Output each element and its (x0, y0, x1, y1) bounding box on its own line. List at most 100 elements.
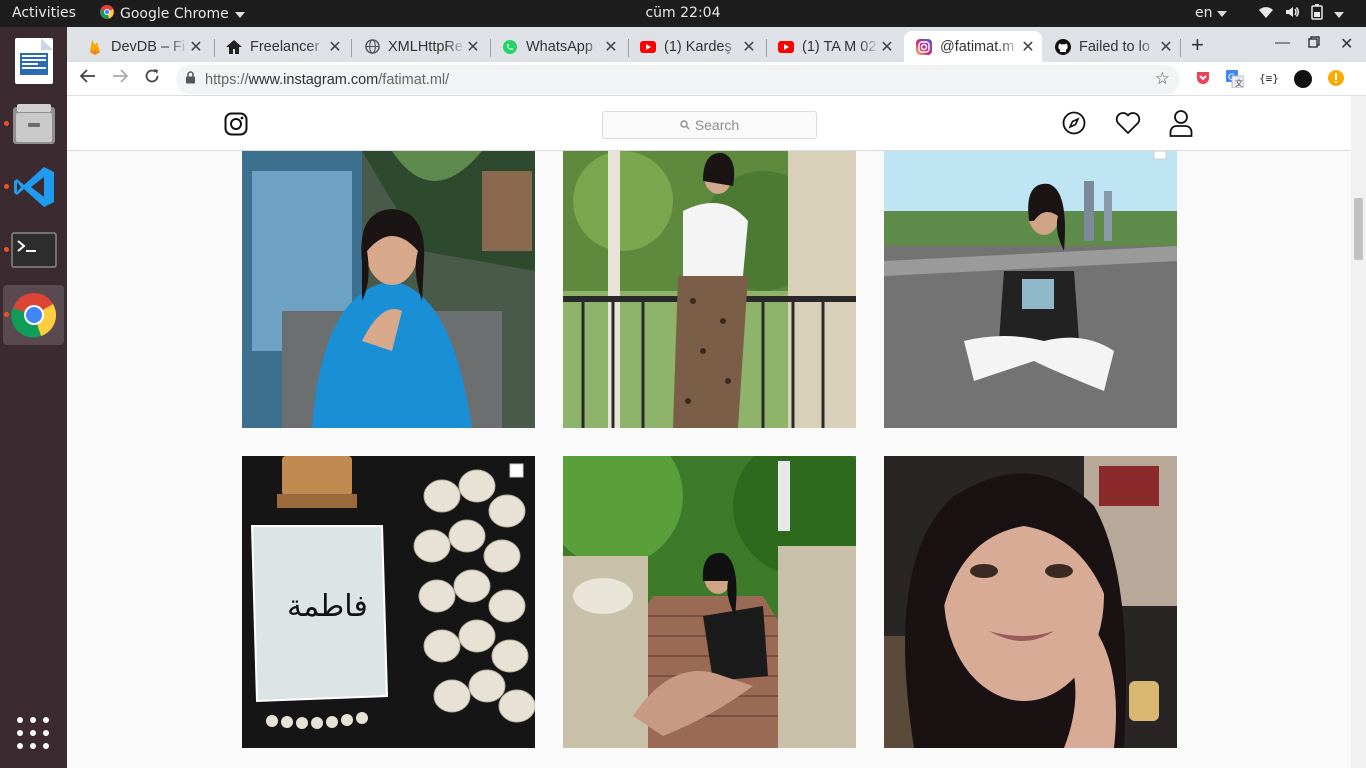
writer-icon (14, 38, 53, 84)
close-icon[interactable]: ✕ (1020, 37, 1036, 57)
photo-tile-3[interactable] (884, 151, 1177, 428)
close-icon[interactable]: ✕ (327, 37, 343, 57)
home-icon (226, 39, 242, 55)
dock-terminal[interactable] (3, 220, 64, 280)
url-host: www.instagram.com (248, 71, 379, 88)
activities-button[interactable]: Activities (12, 5, 76, 21)
tab-title: XMLHttpRe (388, 38, 463, 55)
tab-youtube-tam[interactable]: (1) TA M 02 ✕ (766, 31, 901, 62)
close-icon[interactable]: ✕ (741, 37, 757, 57)
tab-title: Freelancer (250, 38, 320, 55)
page-scrollbar[interactable] (1351, 96, 1366, 768)
github-icon (1055, 38, 1071, 55)
tab-github[interactable]: Failed to lo ✕ (1043, 31, 1180, 62)
show-applications-button[interactable] (17, 717, 49, 749)
chevron-down-icon (1334, 12, 1344, 18)
tab-instagram[interactable]: @fatimat.m ✕ (904, 31, 1042, 62)
youtube-icon (778, 39, 794, 55)
running-indicator (4, 121, 9, 126)
instagram-search-input[interactable]: Search (602, 111, 817, 139)
wifi-icon (1258, 4, 1274, 24)
chrome-window: DevDB – Fi ✕ Freelancer ✕ XMLHttpRe ✕ Wh… (67, 27, 1366, 768)
system-tray[interactable] (1258, 4, 1344, 24)
back-button[interactable] (79, 68, 96, 89)
dock-chrome[interactable] (3, 285, 64, 345)
pocket-extension-icon[interactable] (1195, 70, 1213, 88)
tab-title: Failed to lo (1079, 38, 1150, 55)
close-icon[interactable]: ✕ (879, 37, 895, 57)
tab-xmlhttprequest[interactable]: XMLHttpRe ✕ (352, 31, 487, 62)
browser-toolbar: https://www.instagram.com/fatimat.ml/ ☆ … (67, 62, 1366, 96)
url-scheme: https:// (205, 71, 249, 88)
dock-files[interactable] (3, 94, 64, 154)
search-placeholder: Search (694, 117, 740, 133)
gnome-top-bar: Activities Google Chrome cüm 22:04 en (0, 0, 1366, 27)
tab-title: WhatsApp (526, 38, 593, 55)
running-indicator (4, 247, 9, 252)
photo-tile-5[interactable] (563, 456, 856, 748)
globe-icon (364, 39, 380, 55)
close-icon[interactable]: ✕ (465, 37, 481, 57)
terminal-icon (10, 232, 57, 268)
profile-user-icon[interactable] (1169, 109, 1193, 142)
photo-tile-1[interactable] (242, 151, 535, 428)
photo-tile-4[interactable]: فاطمة (242, 456, 535, 748)
battery-icon (1310, 4, 1324, 24)
activity-heart-icon[interactable] (1115, 111, 1141, 140)
running-indicator (4, 184, 9, 189)
tab-freelancer[interactable]: Freelancer ✕ (214, 31, 349, 62)
minimize-button[interactable]: — (1275, 34, 1290, 51)
dark-mode-extension-icon[interactable] (1294, 70, 1312, 88)
forward-button[interactable] (112, 68, 129, 89)
update-alert-icon[interactable] (1328, 70, 1346, 88)
close-icon[interactable]: ✕ (603, 37, 619, 57)
url-path: /fatimat.ml/ (378, 71, 450, 88)
address-bar[interactable]: https://www.instagram.com/fatimat.ml/ ☆ (176, 65, 1180, 94)
lang-label: en (1195, 5, 1213, 21)
ubuntu-dock (0, 27, 67, 768)
close-icon[interactable]: ✕ (188, 37, 204, 57)
app-menu-label: Google Chrome (120, 6, 229, 22)
clock[interactable]: cüm 22:04 (645, 5, 720, 21)
chrome-small-icon (100, 5, 114, 23)
translate-extension-icon[interactable]: G文 (1226, 70, 1245, 89)
tab-title: (1) TA M 02 (802, 38, 877, 55)
tab-title: @fatimat.m (940, 38, 1015, 55)
close-window-button[interactable]: ✕ (1340, 34, 1353, 54)
instagram-icon (916, 38, 932, 55)
close-icon[interactable]: ✕ (1158, 37, 1174, 57)
new-tab-button[interactable]: + (1191, 32, 1204, 58)
volume-icon (1284, 4, 1300, 24)
tab-title: (1) Kardeş (664, 38, 732, 55)
dock-vscode[interactable] (3, 157, 64, 217)
tab-whatsapp[interactable]: WhatsApp ✕ (490, 31, 625, 62)
search-icon (680, 117, 690, 133)
restore-button[interactable] (1308, 35, 1320, 52)
photo-tile-6[interactable] (884, 456, 1177, 748)
whatsapp-icon (502, 39, 518, 55)
language-indicator[interactable]: en (1195, 5, 1227, 21)
svg-text:G: G (1228, 73, 1235, 83)
chevron-down-icon (1216, 11, 1227, 17)
tab-youtube-kardes[interactable]: (1) Kardeş ✕ (628, 31, 763, 62)
youtube-icon (640, 39, 656, 55)
dock-libreoffice-writer[interactable] (3, 31, 64, 91)
explore-compass-icon[interactable] (1062, 111, 1086, 140)
app-menu[interactable]: Google Chrome (100, 5, 245, 23)
photo-tile-2[interactable] (563, 151, 856, 428)
running-indicator (4, 312, 9, 317)
reload-button[interactable] (144, 68, 160, 89)
svg-text:文: 文 (1235, 78, 1243, 88)
instagram-logo-icon[interactable] (224, 112, 248, 141)
instagram-header: Search (67, 96, 1351, 151)
bookmark-star-icon[interactable]: ☆ (1155, 69, 1170, 89)
lock-icon (185, 71, 196, 88)
firebase-icon (87, 39, 103, 55)
files-icon (12, 104, 55, 144)
tab-devdb[interactable]: DevDB – Fi ✕ (75, 31, 210, 62)
svg-text:فاطمة: فاطمة (287, 589, 368, 624)
json-viewer-extension-icon[interactable]: {≡} (1259, 72, 1279, 90)
chevron-down-icon (234, 12, 245, 18)
scrollbar-thumb[interactable] (1354, 198, 1363, 260)
tab-title: DevDB – Fi (111, 38, 186, 55)
